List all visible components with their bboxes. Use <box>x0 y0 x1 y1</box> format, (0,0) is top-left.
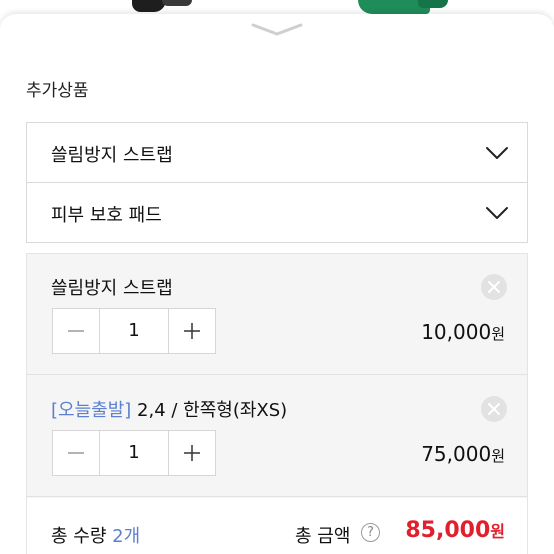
total-quantity: 총 수량 2개 <box>51 522 140 548</box>
pad-option-select[interactable]: 피부 보호 패드 <box>26 182 528 243</box>
close-icon <box>488 281 500 293</box>
plus-icon <box>184 445 200 461</box>
total-quantity-value: 2개 <box>112 526 141 547</box>
selected-item-name: 쓸림방지 스트랩 <box>51 274 173 300</box>
total-amount: 85,000원 <box>405 518 505 543</box>
same-day-shipping-tag: [오늘출발] <box>51 400 132 421</box>
minus-icon <box>68 452 84 454</box>
sheet-collapse-handle[interactable] <box>249 20 305 40</box>
increase-quantity-button[interactable] <box>168 309 215 353</box>
quantity-stepper: 1 <box>52 308 216 354</box>
total-amount-label: 총 금액 <box>295 526 351 547</box>
product-photo-green-part-2 <box>418 0 448 8</box>
quantity-value[interactable]: 1 <box>101 431 167 475</box>
question-icon[interactable]: ? <box>361 523 380 542</box>
summary-divider <box>27 496 527 497</box>
remove-item-button[interactable] <box>481 396 507 422</box>
strap-option-select[interactable]: 쓸림방지 스트랩 <box>26 122 528 183</box>
product-option-page: 추가상품 쓸림방지 스트랩 피부 보호 패드 쓸림방지 스트랩 1 10,000… <box>0 0 554 554</box>
item-divider <box>27 374 527 375</box>
item-price: 10,000원 <box>421 320 505 344</box>
selected-item-name: [오늘출발] 2,4 / 한쪽형(좌XS) <box>51 396 287 422</box>
item-price-value: 10,000 <box>421 320 492 344</box>
minus-icon <box>68 330 84 332</box>
quantity-value[interactable]: 1 <box>101 309 167 353</box>
option-bottom-sheet: 추가상품 쓸림방지 스트랩 피부 보호 패드 쓸림방지 스트랩 1 10,000… <box>0 14 554 554</box>
order-summary: 총 수량 2개 총 금액 ? 85,000원 <box>27 498 527 554</box>
selected-items-panel: 쓸림방지 스트랩 1 10,000원 [오늘출발] 2,4 / 한쪽형(좌XS)… <box>26 253 528 554</box>
plus-icon <box>184 323 200 339</box>
selected-item: [오늘출발] 2,4 / 한쪽형(좌XS) 1 75,000원 <box>27 376 527 496</box>
item-price-value: 75,000 <box>421 442 492 466</box>
chevron-down-icon <box>486 207 508 219</box>
product-photo-dark-part <box>132 0 166 12</box>
strap-option-label: 쓸림방지 스트랩 <box>51 145 173 166</box>
product-photo-dark-part-2 <box>162 0 192 6</box>
selected-item-title: 2,4 / 한쪽형(좌XS) <box>131 400 288 421</box>
quantity-stepper: 1 <box>52 430 216 476</box>
additional-products-title: 추가상품 <box>26 81 89 101</box>
selected-item-title: 쓸림방지 스트랩 <box>51 278 173 299</box>
close-icon <box>488 403 500 415</box>
total-quantity-label: 총 수량 <box>51 526 113 547</box>
selected-item: 쓸림방지 스트랩 1 10,000원 <box>27 254 527 374</box>
total-amount-currency: 원 <box>490 522 505 541</box>
decrease-quantity-button[interactable] <box>53 309 100 353</box>
chevron-down-icon <box>251 23 303 36</box>
decrease-quantity-button[interactable] <box>53 431 100 475</box>
item-price-currency: 원 <box>491 447 505 465</box>
chevron-down-icon <box>486 147 508 159</box>
total-amount-value: 85,000 <box>405 518 491 543</box>
pad-option-label: 피부 보호 패드 <box>51 205 162 226</box>
item-price-currency: 원 <box>491 325 505 343</box>
increase-quantity-button[interactable] <box>168 431 215 475</box>
remove-item-button[interactable] <box>481 274 507 300</box>
item-price: 75,000원 <box>421 442 505 466</box>
